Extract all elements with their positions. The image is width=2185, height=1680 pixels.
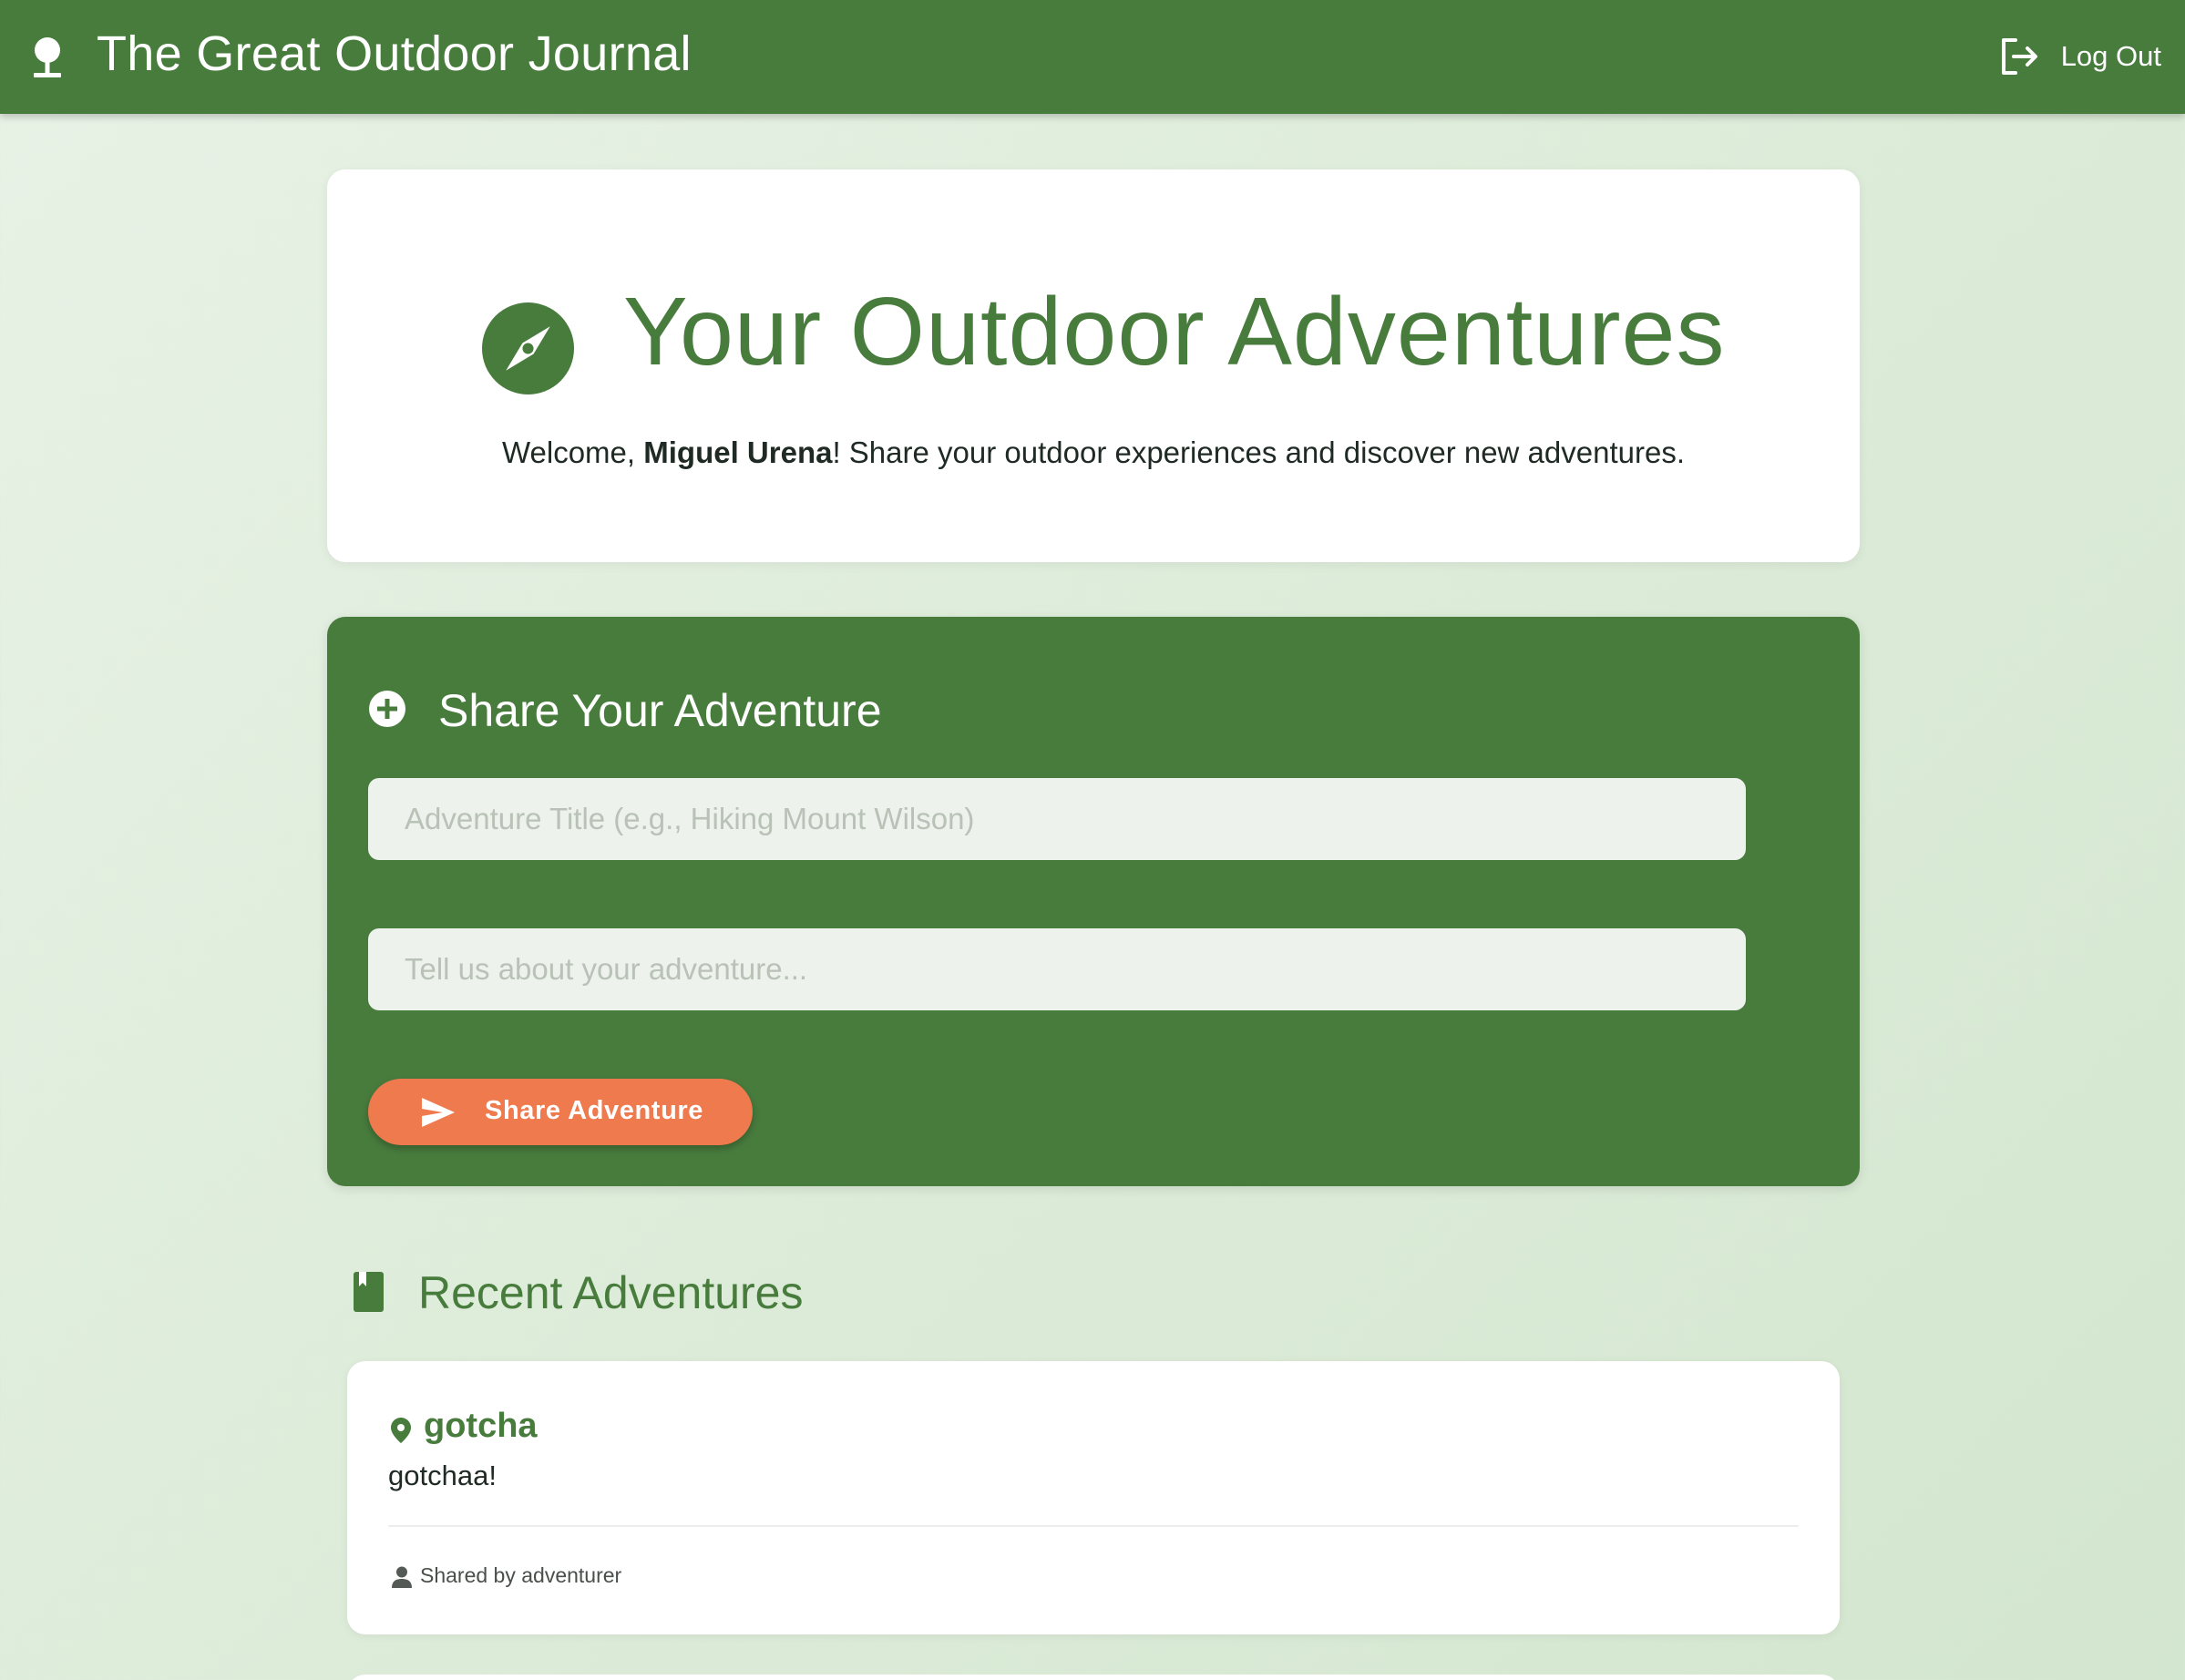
logout-button[interactable]: Log Out bbox=[1997, 31, 2161, 82]
adventure-author: Shared by adventurer bbox=[420, 1563, 622, 1587]
share-adventure-button[interactable]: Share Adventure bbox=[368, 1079, 753, 1145]
add-circle-icon bbox=[369, 691, 405, 727]
book-icon bbox=[354, 1272, 384, 1312]
page-title: Your Outdoor Adventures bbox=[623, 278, 1726, 385]
hero-card: Your Outdoor Adventures Welcome, Miguel … bbox=[327, 169, 1860, 562]
location-pin-icon bbox=[391, 1418, 411, 1443]
adventure-title-input[interactable] bbox=[368, 778, 1746, 860]
app-title: The Great Outdoor Journal bbox=[97, 26, 692, 81]
recent-adventures-heading: Recent Adventures bbox=[418, 1267, 804, 1318]
send-icon bbox=[422, 1098, 455, 1127]
user-name: Miguel Urena bbox=[643, 435, 833, 469]
adventure-card: gotcha gotchaa! Shared by adventurer bbox=[347, 1361, 1840, 1634]
logout-icon bbox=[2001, 38, 2037, 75]
adventure-card-next bbox=[347, 1675, 1840, 1680]
share-adventure-form: Share Your Adventure Share Adventure bbox=[327, 617, 1860, 1186]
person-icon bbox=[392, 1566, 412, 1588]
welcome-suffix: ! Share your outdoor experiences and dis… bbox=[832, 435, 1686, 469]
compass-icon bbox=[482, 302, 574, 394]
welcome-message: Welcome, Miguel Urena! Share your outdoo… bbox=[327, 435, 1860, 470]
logout-label: Log Out bbox=[2060, 40, 2161, 72]
share-heading: Share Your Adventure bbox=[438, 685, 882, 736]
adventure-body: gotchaa! bbox=[388, 1460, 497, 1491]
adventure-title: gotcha bbox=[424, 1407, 538, 1445]
share-adventure-label: Share Adventure bbox=[485, 1096, 703, 1125]
adventure-description-input[interactable] bbox=[368, 928, 1746, 1010]
card-divider bbox=[388, 1525, 1799, 1527]
tree-icon bbox=[34, 37, 61, 77]
app-bar: The Great Outdoor Journal Log Out bbox=[0, 0, 2185, 114]
welcome-prefix: Welcome, bbox=[501, 435, 644, 469]
